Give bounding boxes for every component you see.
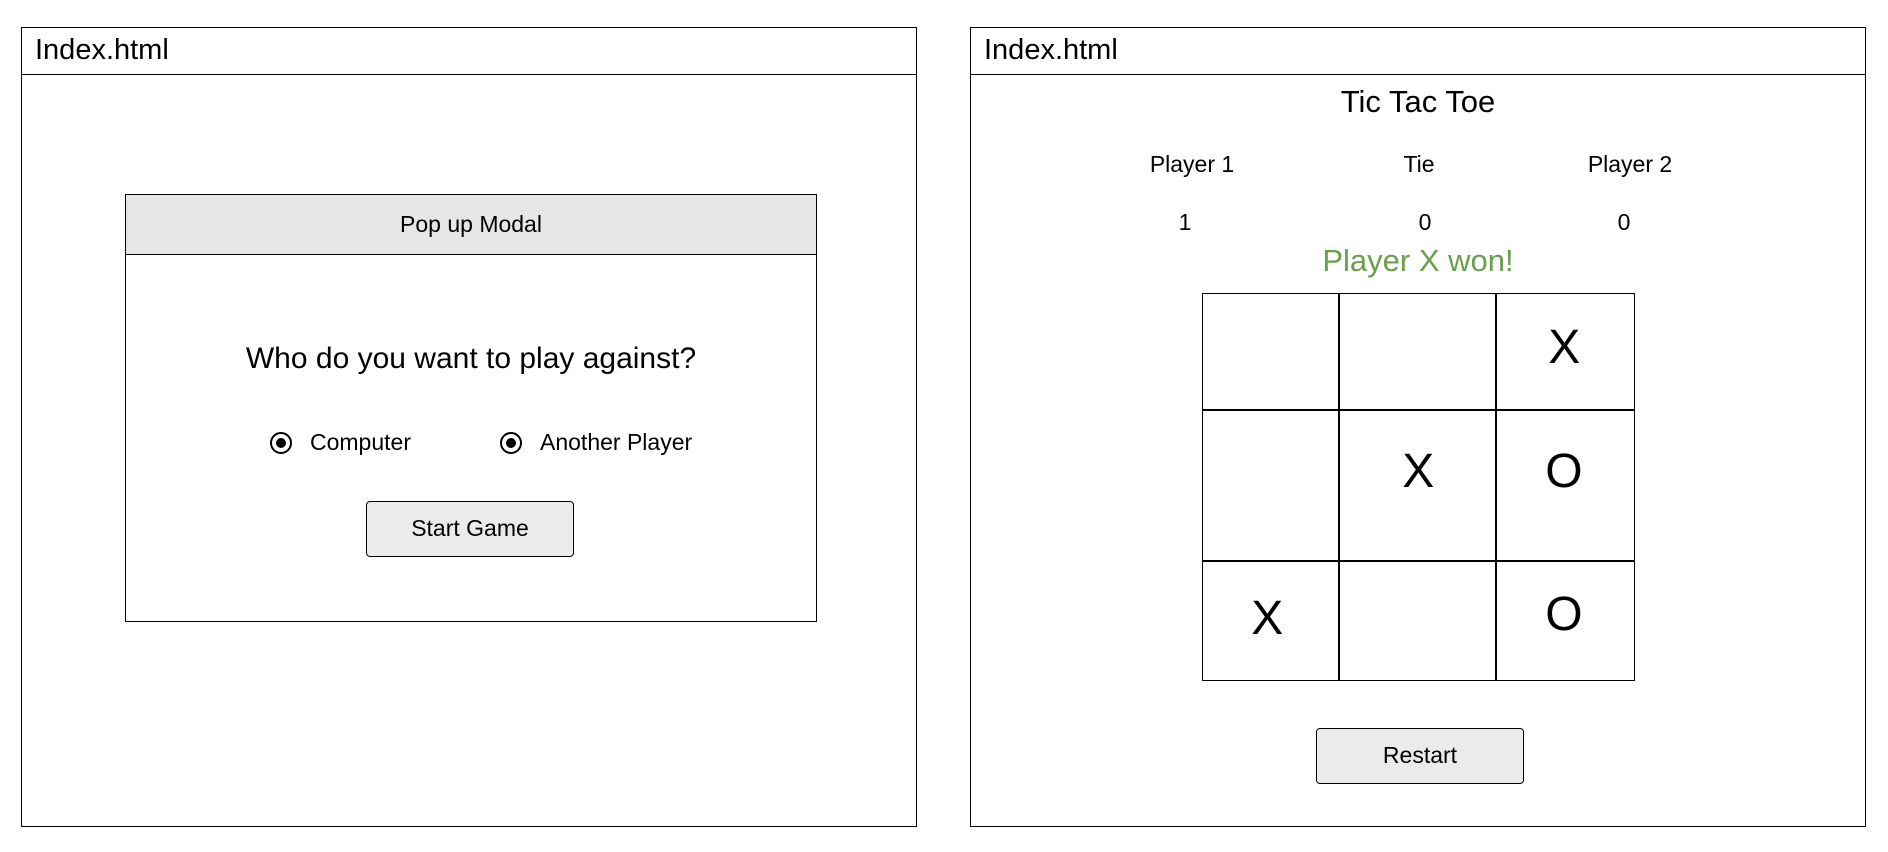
board-cell[interactable]: X xyxy=(1202,560,1340,681)
radio-selected-icon[interactable] xyxy=(500,431,522,454)
radio-option-computer[interactable]: Computer xyxy=(270,429,411,456)
radio-option-another-player[interactable]: Another Player xyxy=(500,429,692,456)
score-value-tie: 0 xyxy=(1418,209,1432,235)
radio-label-another-player: Another Player xyxy=(540,429,693,455)
modal-page-frame: Index.html Pop up Modal Who do you want … xyxy=(21,27,917,827)
board-cell[interactable] xyxy=(1202,409,1340,562)
radio-label-computer: Computer xyxy=(310,429,411,455)
board-cell[interactable]: O xyxy=(1495,409,1635,562)
board-cell[interactable] xyxy=(1202,293,1340,411)
score-value-player2: 0 xyxy=(1617,209,1631,235)
board-cell[interactable]: X xyxy=(1495,293,1635,411)
o-mark: O xyxy=(1545,445,1583,499)
modal-header: Pop up Modal xyxy=(126,195,816,255)
restart-button[interactable]: Restart xyxy=(1316,728,1524,784)
game-status: Player X won! xyxy=(1322,243,1514,278)
board-cell[interactable]: O xyxy=(1495,560,1635,681)
x-mark: X xyxy=(1402,445,1435,499)
score-label-tie: Tie xyxy=(1403,151,1435,177)
score-label-player2: Player 2 xyxy=(1587,151,1673,177)
board-cell[interactable]: X xyxy=(1338,409,1497,562)
game-page-frame: Index.html Tic Tac Toe Player 1 Tie Play… xyxy=(970,27,1866,827)
game-board: X X O X O xyxy=(1202,293,1635,681)
page-title: Index.html xyxy=(971,28,1865,75)
popup-modal: Pop up Modal Who do you want to play aga… xyxy=(125,194,817,622)
page-title: Index.html xyxy=(22,28,916,75)
modal-question: Who do you want to play against? xyxy=(245,342,697,375)
o-mark: O xyxy=(1545,588,1583,642)
game-title: Tic Tac Toe xyxy=(1340,84,1496,119)
board-cell[interactable] xyxy=(1338,293,1497,411)
x-mark: X xyxy=(1251,592,1284,646)
start-game-button[interactable]: Start Game xyxy=(366,501,574,557)
x-mark: X xyxy=(1548,321,1581,375)
radio-selected-icon[interactable] xyxy=(270,431,292,454)
board-cell[interactable] xyxy=(1338,560,1497,681)
score-label-player1: Player 1 xyxy=(1149,151,1235,177)
score-value-player1: 1 xyxy=(1178,209,1192,235)
